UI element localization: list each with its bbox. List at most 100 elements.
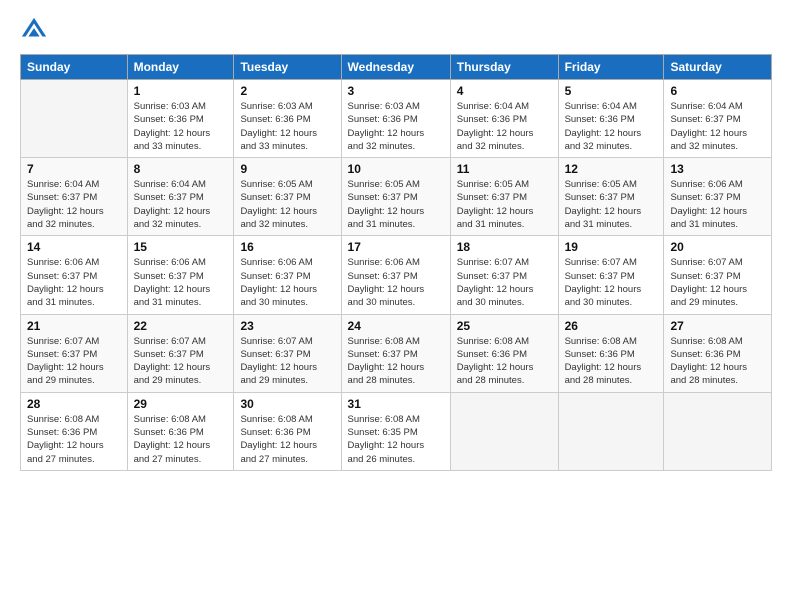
day-info: Sunrise: 6:08 AM Sunset: 6:36 PM Dayligh… — [670, 335, 765, 388]
day-number: 11 — [457, 162, 552, 176]
day-info: Sunrise: 6:08 AM Sunset: 6:36 PM Dayligh… — [134, 413, 228, 466]
day-info: Sunrise: 6:07 AM Sunset: 6:37 PM Dayligh… — [134, 335, 228, 388]
day-number: 1 — [134, 84, 228, 98]
week-row-3: 14 Sunrise: 6:06 AM Sunset: 6:37 PM Dayli… — [21, 236, 772, 314]
day-info: Sunrise: 6:04 AM Sunset: 6:37 PM Dayligh… — [27, 178, 121, 231]
day-info: Sunrise: 6:04 AM Sunset: 6:37 PM Dayligh… — [670, 100, 765, 153]
weekday-header-monday: Monday — [127, 55, 234, 80]
calendar-cell: 18 Sunrise: 6:07 AM Sunset: 6:37 PM Dayli… — [450, 236, 558, 314]
calendar-cell — [21, 80, 128, 158]
day-number: 25 — [457, 319, 552, 333]
day-number: 24 — [348, 319, 444, 333]
calendar-cell: 22Sunrise: 6:07 AM Sunset: 6:37 PM Dayli… — [127, 314, 234, 392]
day-number: 2 — [240, 84, 334, 98]
calendar-cell: 3 Sunrise: 6:03 AM Sunset: 6:36 PM Daylig… — [341, 80, 450, 158]
calendar-cell: 24Sunrise: 6:08 AM Sunset: 6:37 PM Dayli… — [341, 314, 450, 392]
day-number: 13 — [670, 162, 765, 176]
header — [20, 16, 772, 44]
calendar-cell: 14 Sunrise: 6:06 AM Sunset: 6:37 PM Dayli… — [21, 236, 128, 314]
day-number: 3 — [348, 84, 444, 98]
day-info: Sunrise: 6:06 AM Sunset: 6:37 PM Dayligh… — [134, 256, 228, 309]
calendar-cell — [558, 392, 664, 470]
calendar-cell: 13 Sunrise: 6:06 AM Sunset: 6:37 PM Dayli… — [664, 158, 772, 236]
calendar-cell: 28Sunrise: 6:08 AM Sunset: 6:36 PM Dayli… — [21, 392, 128, 470]
day-info: Sunrise: 6:04 AM Sunset: 6:36 PM Dayligh… — [565, 100, 658, 153]
calendar-page: SundayMondayTuesdayWednesdayThursdayFrid… — [0, 0, 792, 612]
calendar-cell: 29 Sunrise: 6:08 AM Sunset: 6:36 PM Dayli… — [127, 392, 234, 470]
day-info: Sunrise: 6:07 AM Sunset: 6:37 PM Dayligh… — [565, 256, 658, 309]
day-info: Sunrise: 6:04 AM Sunset: 6:36 PM Dayligh… — [457, 100, 552, 153]
day-info: Sunrise: 6:03 AM Sunset: 6:36 PM Dayligh… — [134, 100, 228, 153]
week-row-1: 1 Sunrise: 6:03 AM Sunset: 6:36 PM Daylig… — [21, 80, 772, 158]
day-info: Sunrise: 6:07 AM Sunset: 6:37 PM Dayligh… — [670, 256, 765, 309]
day-info: Sunrise: 6:06 AM Sunset: 6:37 PM Dayligh… — [670, 178, 765, 231]
day-number: 17 — [348, 240, 444, 254]
calendar-cell: 23Sunrise: 6:07 AM Sunset: 6:37 PM Dayli… — [234, 314, 341, 392]
day-number: 20 — [670, 240, 765, 254]
day-number: 4 — [457, 84, 552, 98]
day-number: 10 — [348, 162, 444, 176]
calendar-cell: 21 Sunrise: 6:07 AM Sunset: 6:37 PM Dayli… — [21, 314, 128, 392]
calendar-cell: 20 Sunrise: 6:07 AM Sunset: 6:37 PM Dayli… — [664, 236, 772, 314]
calendar-cell: 8Sunrise: 6:04 AM Sunset: 6:37 PM Daylig… — [127, 158, 234, 236]
calendar-cell: 9Sunrise: 6:05 AM Sunset: 6:37 PM Daylig… — [234, 158, 341, 236]
day-number: 27 — [670, 319, 765, 333]
logo-icon — [20, 16, 48, 44]
week-row-4: 21 Sunrise: 6:07 AM Sunset: 6:37 PM Dayli… — [21, 314, 772, 392]
day-number: 6 — [670, 84, 765, 98]
calendar-cell: 16 Sunrise: 6:06 AM Sunset: 6:37 PM Dayli… — [234, 236, 341, 314]
day-number: 7 — [27, 162, 121, 176]
day-number: 12 — [565, 162, 658, 176]
day-info: Sunrise: 6:08 AM Sunset: 6:35 PM Dayligh… — [348, 413, 444, 466]
calendar-cell: 12 Sunrise: 6:05 AM Sunset: 6:37 PM Dayli… — [558, 158, 664, 236]
day-info: Sunrise: 6:07 AM Sunset: 6:37 PM Dayligh… — [457, 256, 552, 309]
calendar-cell: 19 Sunrise: 6:07 AM Sunset: 6:37 PM Dayli… — [558, 236, 664, 314]
calendar-cell: 7 Sunrise: 6:04 AM Sunset: 6:37 PM Daylig… — [21, 158, 128, 236]
day-number: 16 — [240, 240, 334, 254]
weekday-header-wednesday: Wednesday — [341, 55, 450, 80]
calendar-cell — [450, 392, 558, 470]
week-row-2: 7 Sunrise: 6:04 AM Sunset: 6:37 PM Daylig… — [21, 158, 772, 236]
weekday-header-sunday: Sunday — [21, 55, 128, 80]
day-number: 19 — [565, 240, 658, 254]
day-info: Sunrise: 6:06 AM Sunset: 6:37 PM Dayligh… — [348, 256, 444, 309]
day-number: 14 — [27, 240, 121, 254]
calendar-cell: 17 Sunrise: 6:06 AM Sunset: 6:37 PM Dayli… — [341, 236, 450, 314]
day-number: 5 — [565, 84, 658, 98]
day-number: 26 — [565, 319, 658, 333]
day-info: Sunrise: 6:03 AM Sunset: 6:36 PM Dayligh… — [348, 100, 444, 153]
day-number: 21 — [27, 319, 121, 333]
day-info: Sunrise: 6:05 AM Sunset: 6:37 PM Dayligh… — [457, 178, 552, 231]
calendar-cell: 6 Sunrise: 6:04 AM Sunset: 6:37 PM Daylig… — [664, 80, 772, 158]
day-number: 9 — [240, 162, 334, 176]
day-number: 29 — [134, 397, 228, 411]
calendar-cell: 11 Sunrise: 6:05 AM Sunset: 6:37 PM Dayli… — [450, 158, 558, 236]
day-number: 15 — [134, 240, 228, 254]
day-info: Sunrise: 6:08 AM Sunset: 6:36 PM Dayligh… — [457, 335, 552, 388]
day-number: 18 — [457, 240, 552, 254]
weekday-header-row: SundayMondayTuesdayWednesdayThursdayFrid… — [21, 55, 772, 80]
calendar-cell: 26 Sunrise: 6:08 AM Sunset: 6:36 PM Dayli… — [558, 314, 664, 392]
calendar-cell: 15 Sunrise: 6:06 AM Sunset: 6:37 PM Dayli… — [127, 236, 234, 314]
day-info: Sunrise: 6:08 AM Sunset: 6:36 PM Dayligh… — [27, 413, 121, 466]
day-info: Sunrise: 6:05 AM Sunset: 6:37 PM Dayligh… — [348, 178, 444, 231]
day-info: Sunrise: 6:08 AM Sunset: 6:36 PM Dayligh… — [565, 335, 658, 388]
day-info: Sunrise: 6:07 AM Sunset: 6:37 PM Dayligh… — [27, 335, 121, 388]
day-number: 30 — [240, 397, 334, 411]
day-info: Sunrise: 6:06 AM Sunset: 6:37 PM Dayligh… — [27, 256, 121, 309]
weekday-header-thursday: Thursday — [450, 55, 558, 80]
day-info: Sunrise: 6:06 AM Sunset: 6:37 PM Dayligh… — [240, 256, 334, 309]
calendar-cell: 1 Sunrise: 6:03 AM Sunset: 6:36 PM Daylig… — [127, 80, 234, 158]
calendar-cell: 2 Sunrise: 6:03 AM Sunset: 6:36 PM Daylig… — [234, 80, 341, 158]
calendar-cell: 4 Sunrise: 6:04 AM Sunset: 6:36 PM Daylig… — [450, 80, 558, 158]
calendar-cell: 31 Sunrise: 6:08 AM Sunset: 6:35 PM Dayli… — [341, 392, 450, 470]
calendar-cell — [664, 392, 772, 470]
day-number: 31 — [348, 397, 444, 411]
day-info: Sunrise: 6:05 AM Sunset: 6:37 PM Dayligh… — [565, 178, 658, 231]
day-info: Sunrise: 6:04 AM Sunset: 6:37 PM Dayligh… — [134, 178, 228, 231]
calendar-cell: 30Sunrise: 6:08 AM Sunset: 6:36 PM Dayli… — [234, 392, 341, 470]
week-row-5: 28Sunrise: 6:08 AM Sunset: 6:36 PM Dayli… — [21, 392, 772, 470]
weekday-header-saturday: Saturday — [664, 55, 772, 80]
logo — [20, 16, 54, 44]
day-info: Sunrise: 6:03 AM Sunset: 6:36 PM Dayligh… — [240, 100, 334, 153]
